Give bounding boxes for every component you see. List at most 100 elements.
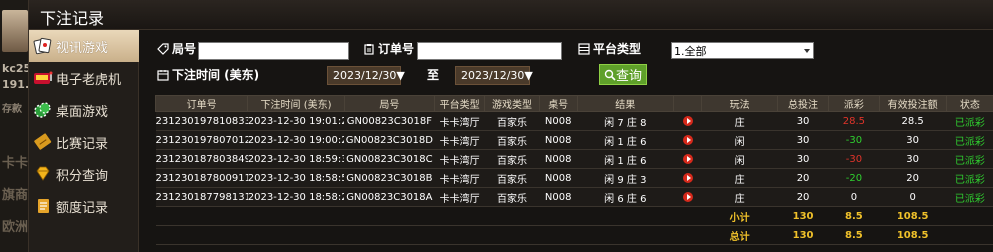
- bg-text-balance: 191.: [2, 78, 30, 91]
- summary-cell: [247, 206, 345, 226]
- table-cell: 231230197807012: [155, 130, 248, 150]
- table-cell: 0: [879, 187, 947, 207]
- sidebar-item-label: 电子老虎机: [56, 72, 122, 88]
- round-input[interactable]: [198, 42, 349, 60]
- total-row: 总计 130 8.5 108.5: [155, 225, 993, 245]
- order-label-wrap: 订单号: [363, 40, 414, 57]
- summary-cell: [673, 206, 702, 226]
- payout-cell: 0: [828, 187, 880, 207]
- summary-cell: 108.5: [879, 225, 947, 245]
- table-cell: N008: [539, 111, 578, 131]
- table-cell: 231230187798131: [155, 187, 248, 207]
- table-header-cell: 订单号: [154, 95, 249, 112]
- table-header-cell: 总投注: [776, 95, 830, 112]
- date-from-picker[interactable]: 2023/12/30▼: [327, 66, 405, 85]
- background-site-strip: kc25 191. 存款 卡卡 旗商 欧洲: [0, 0, 30, 252]
- bg-text-kaka: 卡卡: [2, 156, 29, 171]
- platform-select[interactable]: 1.全部: [671, 42, 814, 59]
- search-icon: [604, 69, 616, 81]
- bg-text-deposit: 存款: [2, 104, 22, 115]
- table-cell: GN00823C3018A: [344, 187, 435, 207]
- bet-record-dialog: 下注记录 视讯游戏 电子老虎机 桌面游戏 比赛记录 积分查询 额度记录 局号 订…: [28, 0, 993, 252]
- summary-cell: [577, 225, 674, 245]
- ticket-icon: [31, 126, 55, 158]
- table-cell: 28.5: [879, 111, 947, 131]
- diamond-icon: [31, 158, 55, 190]
- table-cell: GN00823C3018C: [344, 149, 435, 169]
- table-row: 231230197810833 2023-12-30 19:01:23 GN0082…: [155, 111, 993, 131]
- summary-cell: [344, 225, 435, 245]
- table-cell: N008: [539, 168, 578, 188]
- sidebar-item-label: 桌面游戏: [56, 104, 109, 120]
- sidebar-item-label: 积分查询: [56, 168, 109, 184]
- table-cell: 卡卡湾厅: [434, 149, 485, 169]
- table-cell: 庄: [701, 111, 778, 131]
- list-icon: [578, 42, 590, 55]
- slot-machine-icon: [31, 62, 55, 94]
- play-video-icon[interactable]: [682, 134, 693, 145]
- round-label: 局号: [172, 42, 197, 56]
- status-cell: 已派彩: [946, 168, 993, 188]
- document-icon: [31, 190, 55, 222]
- table-header-cell: [673, 95, 703, 112]
- play-video-icon[interactable]: [682, 172, 693, 183]
- table-cell: 2023-12-30 18:58:57: [247, 168, 345, 188]
- sidebar-item-table-games[interactable]: 桌面游戏: [29, 94, 139, 126]
- table-cell: 百家乐: [484, 168, 540, 188]
- table-cell: 闲 1 庄 6: [577, 130, 674, 150]
- table-cell: 闲 1 庄 6: [577, 149, 674, 169]
- date-to-picker[interactable]: 2023/12/30▼: [455, 66, 533, 85]
- sidebar-item-points-query[interactable]: 积分查询: [29, 158, 139, 190]
- dialog-title: 下注记录: [40, 9, 105, 28]
- table-header-cell: 桌号: [538, 95, 578, 112]
- table-cell: 卡卡湾厅: [434, 168, 485, 188]
- chips-icon: [31, 94, 55, 126]
- play-video-icon[interactable]: [682, 191, 693, 202]
- table-cell: 庄: [701, 168, 778, 188]
- subtotal-row: 小计 130 8.5 108.5: [155, 206, 993, 226]
- table-cell: 闲: [701, 130, 778, 150]
- payout-cell: 28.5: [828, 111, 880, 131]
- sidebar-item-credit-records[interactable]: 额度记录: [29, 190, 139, 222]
- sidebar-item-label: 额度记录: [56, 200, 109, 216]
- bet-record-table: 订单号 下注时间 (美东) 局号 平台类型 游戏类型 桌号 结果 玩法 总投注 派彩 有效投注额 状态…: [154, 95, 993, 245]
- table-header-cell: 局号: [343, 95, 435, 112]
- table-row: 231230187800911 2023-12-30 18:58:57 GN0082…: [155, 168, 993, 188]
- table-cell: 卡卡湾厅: [434, 187, 485, 207]
- page-root: kc25 191. 存款 卡卡 旗商 欧洲 下注记录 视讯游戏 电子老虎机 桌面…: [0, 0, 993, 252]
- status-cell: 已派彩: [946, 187, 993, 207]
- video-replay-cell: [673, 187, 702, 207]
- status-cell: 已派彩: [946, 111, 993, 131]
- bg-text-flagship: 旗商: [2, 188, 29, 203]
- video-replay-cell: [673, 168, 702, 188]
- sidebar-item-live-games[interactable]: 视讯游戏: [29, 30, 139, 62]
- filter-panel: 局号 订单号 平台类型 1.全部 下注时间 (美东) 2023/12/30▼ 至: [153, 36, 983, 88]
- table-header-cell: 游戏类型: [484, 95, 540, 112]
- table-header-cell: 派彩: [828, 95, 880, 112]
- play-video-icon[interactable]: [682, 115, 693, 126]
- query-button[interactable]: 查询: [599, 64, 648, 85]
- table-cell: 231230197810833: [155, 111, 248, 131]
- sidebar-item-slots[interactable]: 电子老虎机: [29, 62, 139, 94]
- table-header-cell: 状态: [945, 95, 993, 112]
- table-cell: 百家乐: [484, 130, 540, 150]
- table-cell: 2023-12-30 19:01:23: [247, 111, 345, 131]
- summary-cell: 8.5: [828, 225, 880, 245]
- table-cell: 30: [777, 111, 829, 131]
- video-replay-cell: [673, 130, 702, 150]
- platform-label: 平台类型: [593, 42, 642, 56]
- table-row: 231230187798131 2023-12-30 18:58:21 GN0082…: [155, 187, 993, 207]
- sidebar-item-match-records[interactable]: 比赛记录: [29, 126, 139, 158]
- order-input[interactable]: [417, 42, 562, 60]
- sidebar-item-label: 视讯游戏: [56, 40, 109, 56]
- status-cell: 已派彩: [946, 130, 993, 150]
- summary-cell: [155, 225, 248, 245]
- summary-cell: 8.5: [828, 206, 880, 226]
- table-cell: 231230187803849: [155, 149, 248, 169]
- calendar-icon: [157, 69, 169, 81]
- table-header-cell: 下注时间 (美东): [247, 95, 345, 112]
- table-cell: 闲 7 庄 8: [577, 111, 674, 131]
- time-label: 下注时间 (美东): [172, 68, 260, 82]
- play-video-icon[interactable]: [682, 153, 693, 164]
- platform-label-wrap: 平台类型: [578, 40, 641, 57]
